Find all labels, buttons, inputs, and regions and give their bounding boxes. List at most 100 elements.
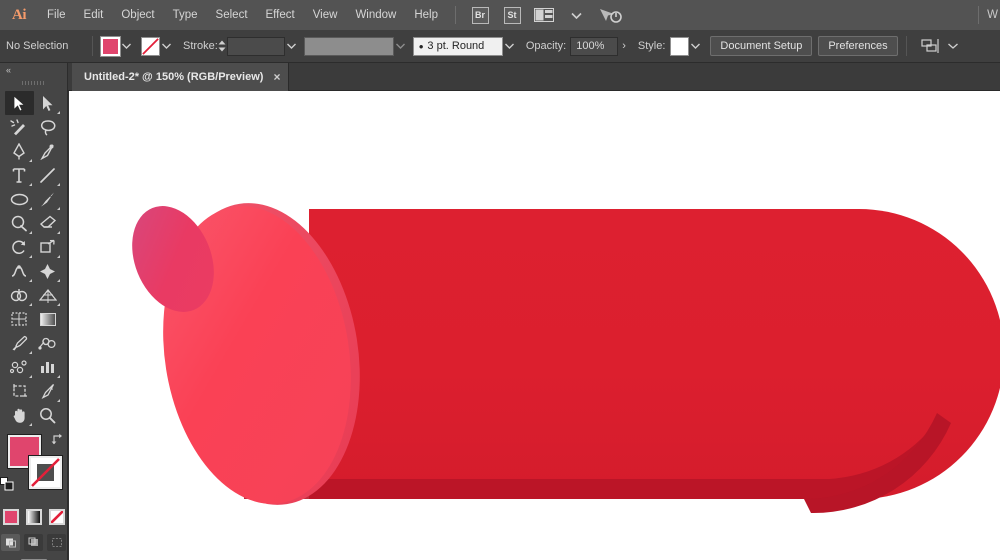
stroke-weight-stepper[interactable] (218, 37, 227, 56)
free-transform-tool[interactable] (34, 259, 63, 283)
none-mode-button[interactable] (48, 509, 65, 525)
draw-inside-button[interactable] (47, 534, 66, 551)
opacity-options-icon[interactable]: › (618, 40, 630, 52)
stroke-dropdown-icon[interactable] (160, 37, 173, 56)
ellipse-tool[interactable] (5, 187, 34, 211)
stroke-weight-label: Stroke: (183, 40, 218, 52)
draw-behind-button[interactable] (24, 534, 43, 551)
pen-tool[interactable] (5, 139, 34, 163)
stroke-swatch[interactable] (141, 36, 160, 56)
document-tab-title: Untitled-2* @ 150% (RGB/Preview) (84, 71, 264, 83)
control-bar: No Selection Stroke: • 3 pt. Round Opaci… (0, 30, 1000, 63)
perspective-grid-tool[interactable] (34, 283, 63, 307)
stroke-color-swatch[interactable] (28, 455, 63, 490)
opacity-input[interactable]: 100% (570, 36, 619, 56)
menu-item-object[interactable]: Object (112, 0, 163, 30)
direct-selection-tool[interactable] (34, 91, 63, 115)
gradient-mode-button[interactable] (25, 509, 42, 525)
collapse-panel-icon[interactable]: « (0, 63, 67, 77)
curvature-tool[interactable] (34, 139, 63, 163)
stroke-weight-input[interactable] (226, 36, 285, 56)
draw-normal-button[interactable] (1, 534, 20, 551)
scale-tool[interactable] (34, 235, 63, 259)
shaper-tool[interactable] (5, 211, 34, 235)
selection-status: No Selection (6, 40, 69, 52)
document-setup-button[interactable]: Document Setup (710, 36, 813, 56)
app-logo: Ai (12, 6, 27, 23)
paintbrush-tool[interactable] (34, 187, 63, 211)
workspace-divider (978, 6, 980, 24)
artwork-cylinder (132, 203, 1000, 514)
column-graph-tool[interactable] (34, 355, 63, 379)
chevron-down-icon[interactable] (565, 7, 587, 24)
blend-tool[interactable] (34, 331, 63, 355)
control-divider-right (905, 36, 907, 56)
fill-swatch[interactable] (100, 35, 121, 57)
tools-panel: « (0, 63, 68, 560)
document-tab[interactable]: Untitled-2* @ 150% (RGB/Preview) × (72, 63, 290, 91)
hand-tool[interactable] (5, 403, 34, 427)
canvas-area[interactable] (69, 91, 1000, 560)
magic-wand-tool[interactable] (5, 115, 34, 139)
style-label: Style: (637, 40, 666, 52)
lasso-tool[interactable] (34, 115, 63, 139)
menu-divider (455, 6, 456, 24)
menu-item-window[interactable]: Window (346, 0, 405, 30)
shape-builder-tool[interactable] (5, 283, 34, 307)
slice-tool[interactable] (34, 379, 63, 403)
control-divider (92, 36, 93, 56)
drawing-mode-buttons (0, 534, 67, 551)
fill-stroke-indicator (0, 433, 67, 507)
graphic-style-dropdown-icon[interactable] (689, 37, 702, 56)
menu-item-view[interactable]: View (304, 0, 347, 30)
default-fill-stroke-icon[interactable] (0, 477, 14, 491)
panel-drag-handle[interactable] (0, 77, 67, 89)
swap-fill-stroke-icon[interactable] (51, 433, 64, 446)
opacity-label: Opacity: (525, 40, 567, 52)
fill-dropdown-icon[interactable] (120, 37, 133, 56)
zoom-tool[interactable] (34, 403, 63, 427)
brush-definition-input[interactable]: • 3 pt. Round (412, 36, 503, 56)
close-icon[interactable]: × (273, 71, 280, 83)
brush-dot-icon: • (418, 38, 424, 54)
workspace-switcher[interactable]: W (987, 9, 1000, 21)
mesh-tool[interactable] (5, 307, 34, 331)
stock-icon[interactable]: St (501, 6, 523, 24)
brush-definition-value: 3 pt. Round (427, 40, 485, 52)
width-profile-dropdown-icon[interactable] (394, 37, 407, 56)
width-profile-input[interactable] (303, 36, 394, 56)
arrange-documents-icon[interactable] (533, 7, 555, 24)
illustrator-window: Ai File Edit Object Type Select Effect V… (0, 0, 1000, 560)
menu-bar: Ai File Edit Object Type Select Effect V… (0, 0, 1000, 30)
cursor-sync-icon[interactable] (597, 7, 623, 24)
line-segment-tool[interactable] (34, 163, 63, 187)
rotate-tool[interactable] (5, 235, 34, 259)
workspace-area: W (970, 0, 1000, 30)
eraser-tool[interactable] (34, 211, 63, 235)
menu-item-file[interactable]: File (38, 0, 75, 30)
preferences-button[interactable]: Preferences (818, 36, 898, 56)
symbol-sprayer-tool[interactable] (5, 355, 34, 379)
artboard-tool[interactable] (5, 379, 34, 403)
document-tab-bar: Untitled-2* @ 150% (RGB/Preview) × (0, 63, 1000, 91)
width-tool[interactable] (5, 259, 34, 283)
brush-definition-dropdown-icon[interactable] (503, 37, 516, 56)
gradient-tool[interactable] (34, 307, 63, 331)
eyedropper-tool[interactable] (5, 331, 34, 355)
stroke-weight-dropdown-icon[interactable] (285, 37, 298, 56)
align-dropdown-icon[interactable] (947, 37, 960, 56)
menu-item-help[interactable]: Help (405, 0, 447, 30)
menu-item-select[interactable]: Select (207, 0, 257, 30)
type-tool[interactable] (5, 163, 34, 187)
color-mode-buttons (0, 509, 67, 525)
graphic-style-swatch[interactable] (670, 36, 690, 56)
menu-item-type[interactable]: Type (164, 0, 207, 30)
bridge-icon[interactable]: Br (469, 6, 491, 24)
cylinder-body (309, 209, 1000, 499)
tool-grid (0, 89, 67, 427)
menu-item-edit[interactable]: Edit (75, 0, 113, 30)
color-mode-button[interactable] (2, 509, 19, 525)
align-objects-icon[interactable] (920, 38, 942, 55)
menu-item-effect[interactable]: Effect (257, 0, 304, 30)
selection-tool[interactable] (5, 91, 34, 115)
